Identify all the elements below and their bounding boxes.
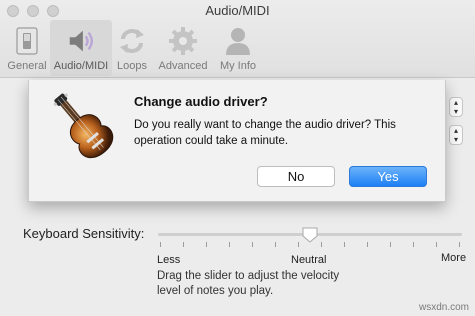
slider-tick: [459, 242, 460, 247]
change-audio-driver-sheet: Change audio driver? Do you really want …: [28, 80, 446, 202]
slider-tick: [298, 242, 299, 247]
slider-tick: [229, 242, 230, 247]
preferences-toolbar: General Audio/MIDI Loops Advanced My Inf…: [4, 20, 262, 76]
slider-tick: [344, 242, 345, 247]
output-device-popup-stepper[interactable]: ▴ ▾: [449, 125, 463, 145]
toolbar-tab-general[interactable]: General: [4, 20, 50, 76]
slider-tick: [436, 242, 437, 247]
slider-tick: [252, 242, 253, 247]
dialog-title: Change audio driver?: [134, 94, 268, 109]
toolbar-tab-advanced[interactable]: Advanced: [152, 20, 214, 76]
no-button[interactable]: No: [257, 166, 335, 187]
slider-tick: [367, 242, 368, 247]
input-device-popup-stepper[interactable]: ▴ ▾: [449, 97, 463, 117]
slider-tick: [275, 242, 276, 247]
slider-tick: [413, 242, 414, 247]
toolbar-tab-label: Loops: [117, 60, 147, 72]
watermark: wsxdn.com: [418, 302, 469, 313]
loops-icon: [117, 26, 147, 56]
yes-button[interactable]: Yes: [349, 166, 427, 187]
slider-tick: [206, 242, 207, 247]
dialog-message: Do you really want to change the audio d…: [134, 119, 396, 147]
speaker-icon: [66, 26, 96, 56]
keyboard-sensitivity-thumb[interactable]: [301, 226, 319, 244]
toolbar-tab-loops[interactable]: Loops: [112, 20, 152, 76]
keyboard-sensitivity-label: Keyboard Sensitivity:: [23, 226, 145, 241]
toolbar-tab-my-info[interactable]: My Info: [214, 20, 262, 76]
window-title: Audio/MIDI: [205, 3, 270, 18]
toolbar-tab-label: My Info: [219, 60, 257, 72]
slider-tick: [160, 242, 161, 247]
window-titlebar: Audio/MIDI General Audio/MIDI Loops Adva…: [0, 0, 475, 78]
slider-less-label: Less: [157, 254, 181, 266]
toolbar-tab-label: Advanced: [158, 60, 208, 72]
switch-icon: [12, 26, 42, 56]
slider-help-text: Drag the slider to adjust the velocity l…: [157, 270, 340, 297]
gear-icon: [168, 26, 198, 56]
toolbar-tab-audio-midi[interactable]: Audio/MIDI: [50, 20, 112, 76]
toolbar-tab-label: Audio/MIDI: [53, 60, 109, 72]
slider-tick: [321, 242, 322, 247]
slider-tick: [390, 242, 391, 247]
person-icon: [223, 26, 253, 56]
toolbar-tab-label: General: [7, 60, 47, 72]
guitar-icon: [47, 90, 117, 160]
slider-tick: [183, 242, 184, 247]
slider-more-label: More: [441, 252, 467, 264]
slider-neutral-label: Neutral: [291, 254, 327, 266]
